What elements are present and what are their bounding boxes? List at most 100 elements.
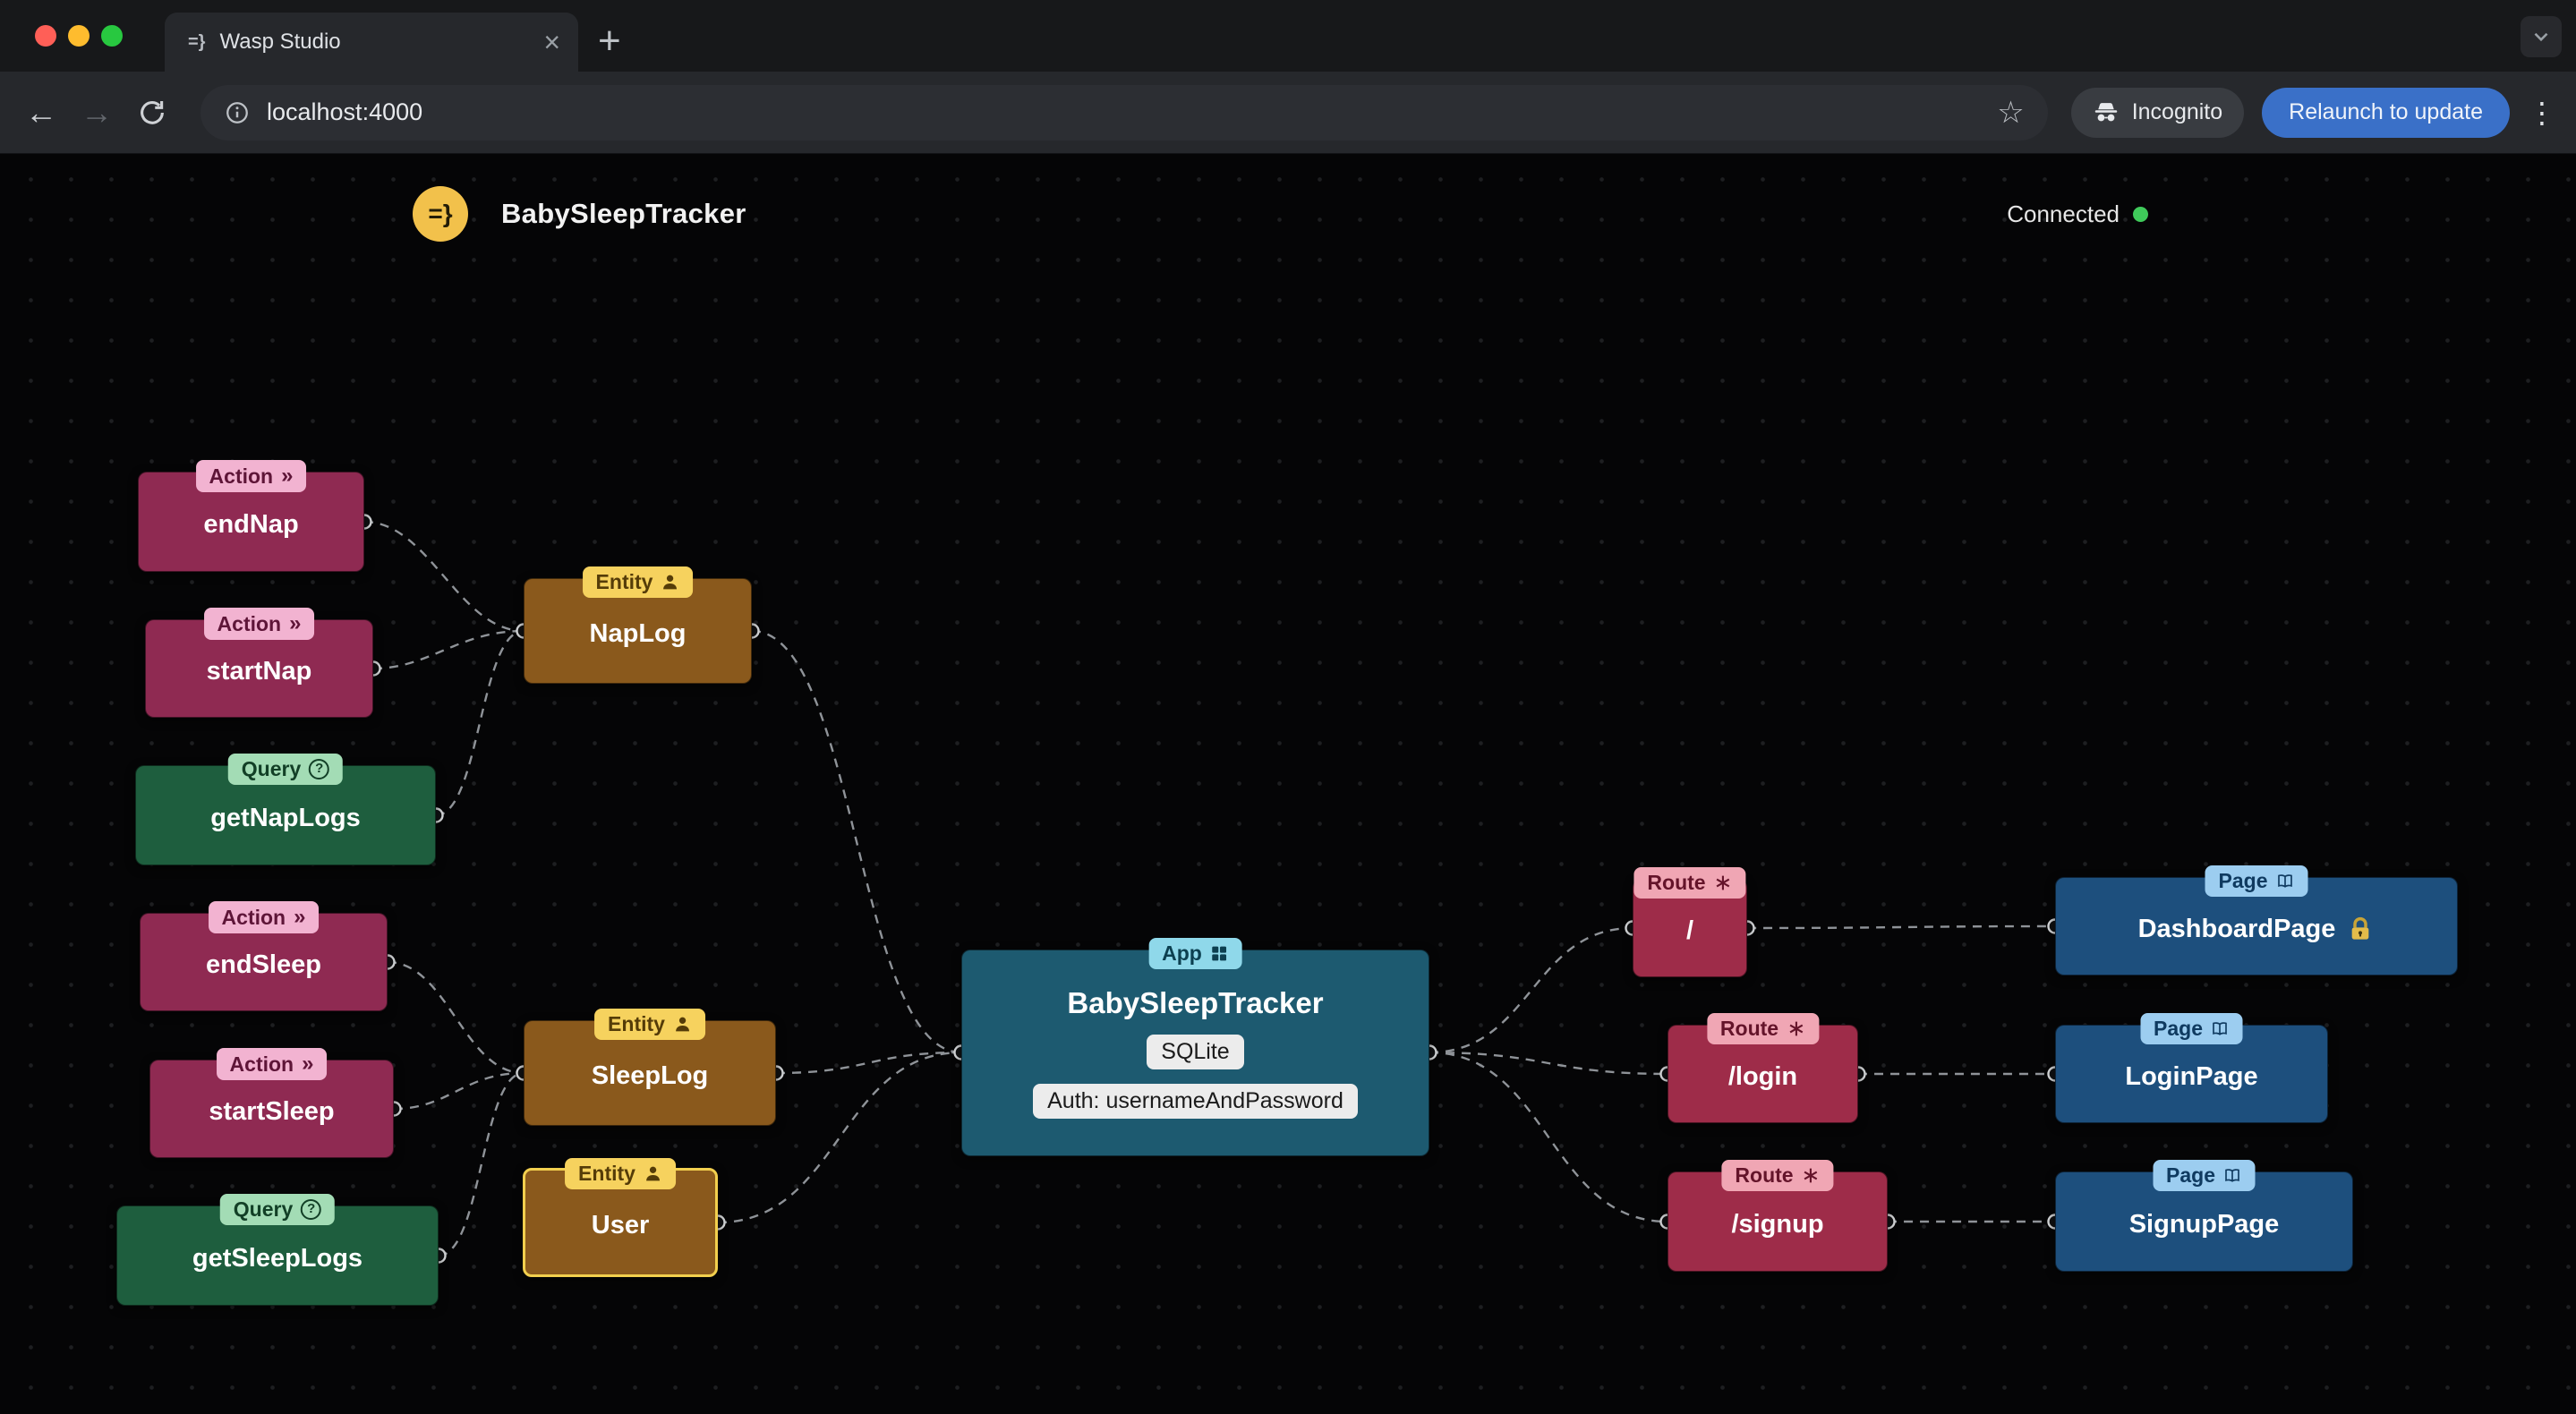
chevron-down-icon xyxy=(2534,32,2548,42)
badge-label: Page xyxy=(2166,1163,2215,1187)
node-title: BabySleepTracker xyxy=(1067,986,1324,1019)
minimize-window-button[interactable] xyxy=(68,25,90,47)
incognito-label: Incognito xyxy=(2131,99,2223,124)
bookmark-star-icon[interactable]: ☆ xyxy=(1997,95,2024,131)
chevrons-right-icon: » xyxy=(302,1052,314,1076)
node-title-text: DashboardPage xyxy=(2137,914,2336,943)
node-title: DashboardPage xyxy=(2138,914,2376,944)
node-title: endSleep xyxy=(206,950,321,979)
node-entity-NapLog[interactable]: Entity NapLog xyxy=(524,566,752,684)
node-app-BabySleepTracker[interactable]: App BabySleepTracker SQLite Auth: userna… xyxy=(961,938,1429,1156)
url-text[interactable]: localhost:4000 xyxy=(267,98,422,126)
badge-label: Entity xyxy=(595,570,653,593)
browser-toolbar: ← → localhost:4000 ☆ Incognito Relaunch … xyxy=(0,72,2576,154)
chevrons-right-icon: » xyxy=(281,464,294,488)
page-badge: Page xyxy=(2153,1160,2256,1191)
tab-search-chevron-button[interactable] xyxy=(2521,16,2562,57)
incognito-badge: Incognito xyxy=(2070,87,2245,138)
browser-tab-strip: =} Wasp Studio × + xyxy=(0,0,2576,72)
edge-getsleeplogs-sleeplog xyxy=(438,1071,525,1257)
node-action-startNap[interactable]: Action » startNap xyxy=(145,608,373,718)
browser-menu-icon[interactable]: ⋮ xyxy=(2528,96,2556,130)
back-button[interactable]: ← xyxy=(21,94,61,132)
badge-label: Action xyxy=(217,611,282,635)
address-bar[interactable]: localhost:4000 ☆ xyxy=(200,84,2048,141)
chevrons-right-icon: » xyxy=(294,905,306,929)
database-pill: SQLite xyxy=(1147,1035,1244,1069)
node-route-root[interactable]: Route / xyxy=(1633,867,1747,977)
route-badge: Route xyxy=(1721,1160,1834,1191)
new-tab-button[interactable]: + xyxy=(598,14,621,68)
relaunch-update-button[interactable]: Relaunch to update xyxy=(2262,87,2510,138)
entity-badge: Entity xyxy=(565,1158,676,1189)
asterisk-route-icon xyxy=(1716,875,1730,890)
node-route-signup[interactable]: Route /signup xyxy=(1668,1160,1888,1272)
node-title: /signup xyxy=(1731,1209,1824,1239)
badge-label: Route xyxy=(1647,871,1706,894)
edge-app-routesignup xyxy=(1429,1051,1668,1223)
badge-label: Action xyxy=(209,464,274,488)
wasp-logo: =} xyxy=(413,186,468,242)
badge-label: Query xyxy=(241,757,302,780)
node-action-startSleep[interactable]: Action » startSleep xyxy=(149,1048,394,1158)
node-title: getNapLogs xyxy=(210,803,361,832)
edge-sleeplog-app xyxy=(775,1051,962,1075)
tab-close-icon[interactable]: × xyxy=(543,28,560,56)
close-window-button[interactable] xyxy=(35,25,56,47)
browser-tab[interactable]: =} Wasp Studio × xyxy=(165,13,578,72)
auth-pill: Auth: usernameAndPassword xyxy=(1033,1084,1358,1119)
route-badge: Route xyxy=(1633,867,1746,899)
edge-endsleep-sleeplog xyxy=(387,960,525,1075)
node-title: SignupPage xyxy=(2128,1209,2280,1239)
node-page-DashboardPage[interactable]: Page DashboardPage xyxy=(2055,865,2458,975)
node-page-SignupPage[interactable]: Page SignupPage xyxy=(2055,1160,2353,1272)
node-query-getSleepLogs[interactable]: Query ? getSleepLogs xyxy=(116,1194,439,1306)
lock-icon xyxy=(2352,916,2369,940)
node-title: User xyxy=(591,1210,650,1239)
node-action-endSleep[interactable]: Action » endSleep xyxy=(140,901,388,1011)
edge-app-routelogin xyxy=(1429,1051,1668,1076)
question-circle-icon: ? xyxy=(309,758,330,779)
node-title: startSleep xyxy=(209,1096,335,1126)
badge-label: Route xyxy=(1719,1017,1779,1040)
wasp-studio-canvas[interactable]: =} BabySleepTracker Connected Action » e… xyxy=(0,154,2576,1414)
node-action-endNap[interactable]: Action » endNap xyxy=(138,460,364,572)
node-page-LoginPage[interactable]: Page LoginPage xyxy=(2055,1013,2328,1123)
book-icon xyxy=(2225,1169,2240,1182)
action-badge: Action » xyxy=(203,608,315,640)
tab-favicon-icon: =} xyxy=(188,31,206,52)
edge-naplog-app xyxy=(751,629,962,1054)
edge-endnap-naplog xyxy=(363,520,525,633)
badge-label: Page xyxy=(2218,869,2268,892)
page-badge: Page xyxy=(2205,865,2308,897)
edge-app-routeroot xyxy=(1429,926,1633,1054)
question-circle-icon: ? xyxy=(301,1198,322,1220)
reload-button[interactable] xyxy=(132,98,172,128)
badge-label: Entity xyxy=(578,1162,635,1185)
tab-title: Wasp Studio xyxy=(219,30,341,54)
badge-label: Entity xyxy=(608,1012,665,1035)
entity-badge: Entity xyxy=(594,1009,705,1040)
wasp-logo-glyph: =} xyxy=(428,200,453,227)
forward-button[interactable]: → xyxy=(77,94,116,132)
grid-icon xyxy=(1212,946,1227,961)
connection-status: Connected xyxy=(2007,154,2148,274)
query-badge: Query ? xyxy=(219,1194,336,1225)
site-info-icon[interactable] xyxy=(224,99,251,126)
asterisk-route-icon xyxy=(1789,1021,1803,1036)
edge-routeroot-dashboardpage xyxy=(1746,924,2056,930)
fullscreen-window-button[interactable] xyxy=(101,25,123,47)
node-entity-SleepLog[interactable]: Entity SleepLog xyxy=(524,1009,776,1126)
route-badge: Route xyxy=(1706,1013,1820,1044)
badge-label: Action xyxy=(229,1052,294,1076)
node-entity-User[interactable]: Entity User xyxy=(523,1158,718,1277)
asterisk-route-icon xyxy=(1804,1168,1818,1183)
node-route-login[interactable]: Route /login xyxy=(1668,1013,1858,1123)
node-title: endNap xyxy=(203,509,299,539)
node-query-getNapLogs[interactable]: Query ? getNapLogs xyxy=(135,754,436,865)
badge-label: Page xyxy=(2154,1017,2203,1040)
connection-status-label: Connected xyxy=(2007,200,2120,227)
app-badge: App xyxy=(1148,938,1242,969)
badge-label: Action xyxy=(221,905,286,929)
badge-label: Query xyxy=(233,1197,294,1221)
